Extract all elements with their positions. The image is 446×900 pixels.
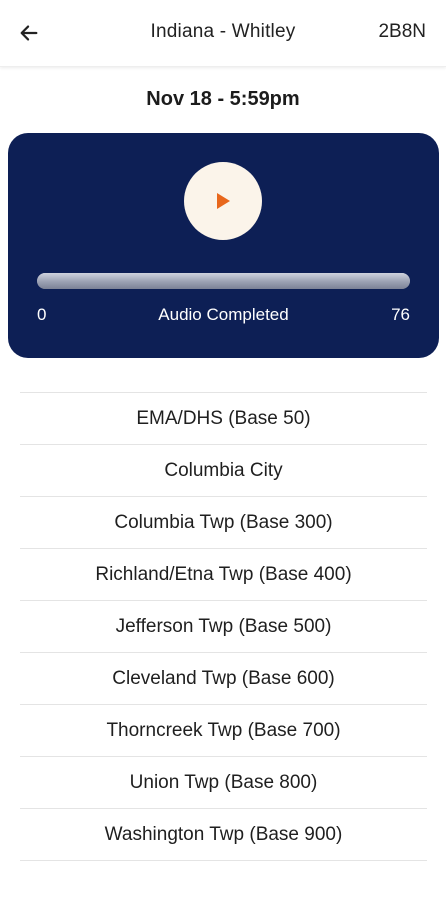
list-item[interactable]: Jefferson Twp (Base 500) <box>20 601 427 653</box>
agency-list: EMA/DHS (Base 50) Columbia City Columbia T… <box>20 392 427 861</box>
channel-code: 2B8N <box>378 21 426 42</box>
list-item[interactable]: Columbia Twp (Base 300) <box>20 497 427 549</box>
list-item[interactable]: Richland/Etna Twp (Base 400) <box>20 549 427 601</box>
play-icon <box>217 193 230 209</box>
audio-progress-bar[interactable] <box>37 273 410 289</box>
audio-progress-fill <box>37 273 410 289</box>
recording-datetime: Nov 18 - 5:59pm <box>146 88 300 110</box>
audio-status: Audio Completed <box>158 305 289 324</box>
app-header: Indiana - Whitley 2B8N <box>0 0 446 67</box>
list-item[interactable]: Union Twp (Base 800) <box>20 757 427 809</box>
play-button[interactable] <box>184 162 262 240</box>
audio-player: 0 Audio Completed 76 <box>8 133 439 358</box>
list-item[interactable]: Cleveland Twp (Base 600) <box>20 653 427 705</box>
progress-end-label: 76 <box>391 305 410 324</box>
list-item[interactable]: Thorncreek Twp (Base 700) <box>20 705 427 757</box>
list-item[interactable]: EMA/DHS (Base 50) <box>20 393 427 445</box>
list-item[interactable]: Columbia City <box>20 445 427 497</box>
list-item[interactable]: Washington Twp (Base 900) <box>20 809 427 861</box>
